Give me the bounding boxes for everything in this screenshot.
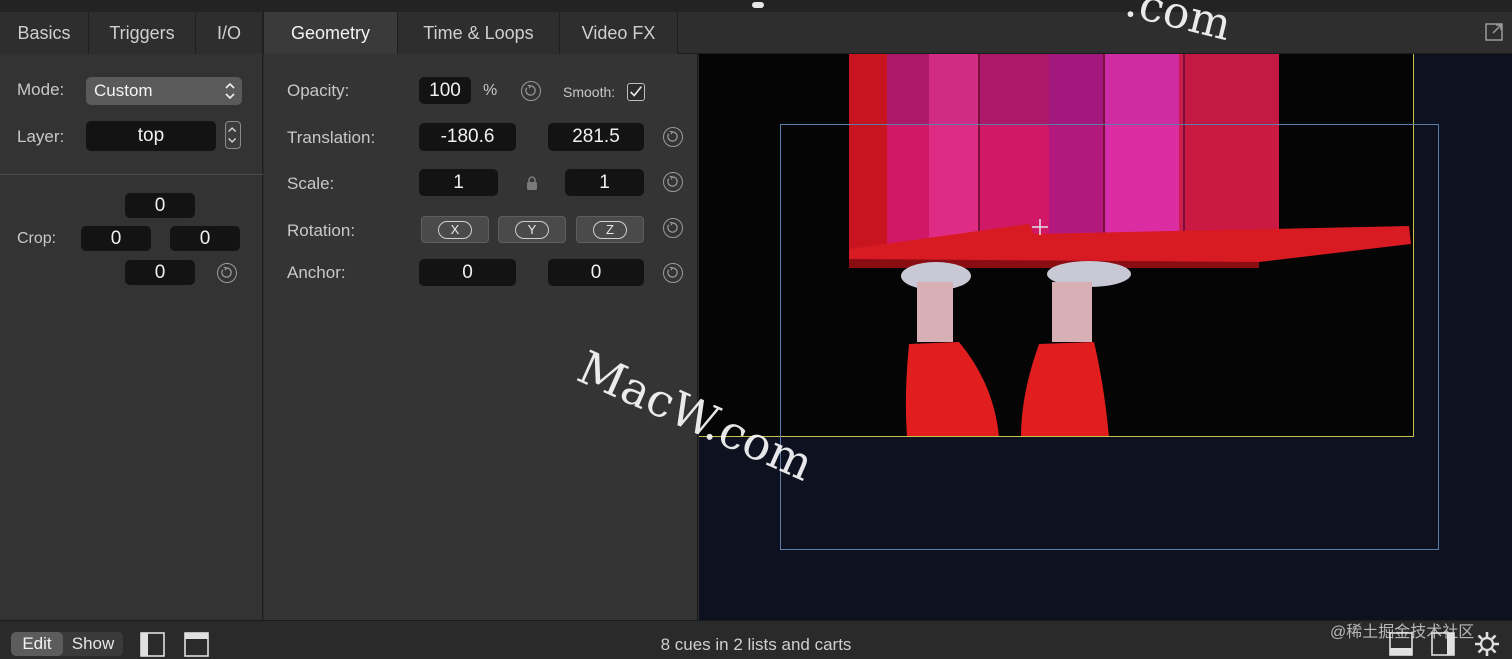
tab-time-loops[interactable]: Time & Loops [398,12,560,54]
crop-label: Crop: [17,230,57,247]
anchor-reset-icon[interactable] [663,263,683,283]
mode-value: Custom [94,81,153,100]
translation-x-field[interactable]: -180.6 [419,123,516,151]
divider [0,174,263,175]
translation-y-field[interactable]: 281.5 [548,123,644,151]
crop-left-field[interactable]: 0 [81,226,151,251]
opacity-field[interactable]: 100 [419,77,471,104]
crop-bottom-field[interactable]: 0 [125,260,195,285]
opacity-reset-icon[interactable] [521,81,541,101]
opacity-unit: % [483,82,498,99]
rotate-x-button[interactable]: X [421,216,489,243]
scale-y-field[interactable]: 1 [565,169,644,196]
window-top-strip [0,0,1512,12]
smooth-checkbox[interactable] [627,83,645,101]
crop-right-field[interactable]: 0 [170,226,240,251]
checkmark-icon [630,86,642,97]
tab-basics[interactable]: Basics [0,12,89,54]
crop-reset-icon[interactable] [217,263,237,283]
layer-field[interactable]: top [86,121,216,151]
cue-count-status: 8 cues in 2 lists and carts [660,635,852,654]
translation-reset-icon[interactable] [663,127,683,147]
crop-top-field[interactable]: 0 [125,193,195,218]
lock-icon[interactable] [524,175,540,191]
mode-label: Mode: [17,80,65,99]
opacity-label: Opacity: [287,81,350,100]
anchor-y-field[interactable]: 0 [548,259,644,286]
drag-handle[interactable] [752,2,764,8]
expand-icon[interactable] [1484,22,1504,42]
layer-stepper[interactable] [225,121,241,149]
mode-select[interactable]: Custom [86,77,242,105]
video-preview[interactable] [699,54,1512,620]
rotation-label: Rotation: [287,221,356,240]
tab-triggers[interactable]: Triggers [89,12,196,54]
inspector-tab-bar: Basics Triggers I/O Geometry Time & Loop… [0,12,1512,55]
stepper-arrows-icon [228,127,237,143]
juejin-watermark: @稀土掘金技术社区 [1330,624,1475,641]
status-bar: Edit Show 8 cues in 2 lists and carts [0,620,1512,659]
anchor-label: Anchor: [287,263,346,282]
scale-x-field[interactable]: 1 [419,169,498,196]
scale-label: Scale: [287,174,335,193]
tab-io[interactable]: I/O [196,12,263,54]
anchor-x-field[interactable]: 0 [419,259,516,286]
rotate-z-button[interactable]: Z [576,216,644,243]
rotate-y-button[interactable]: Y [498,216,566,243]
smooth-label: Smooth: [563,84,616,100]
tab-video-fx[interactable]: Video FX [560,12,678,54]
tab-geometry[interactable]: Geometry [263,12,398,55]
chevron-up-down-icon [225,82,235,100]
gear-icon[interactable] [1474,631,1500,657]
scale-reset-icon[interactable] [663,172,683,192]
rotation-reset-icon[interactable] [663,218,683,238]
crosshair-icon[interactable] [1031,218,1049,236]
canvas-bounds-frame [780,124,1439,550]
layer-settings-panel: Mode: Custom Layer: top 0 Crop: 0 0 0 [0,54,263,620]
layer-label: Layer: [17,127,65,146]
translation-label: Translation: [287,128,376,147]
